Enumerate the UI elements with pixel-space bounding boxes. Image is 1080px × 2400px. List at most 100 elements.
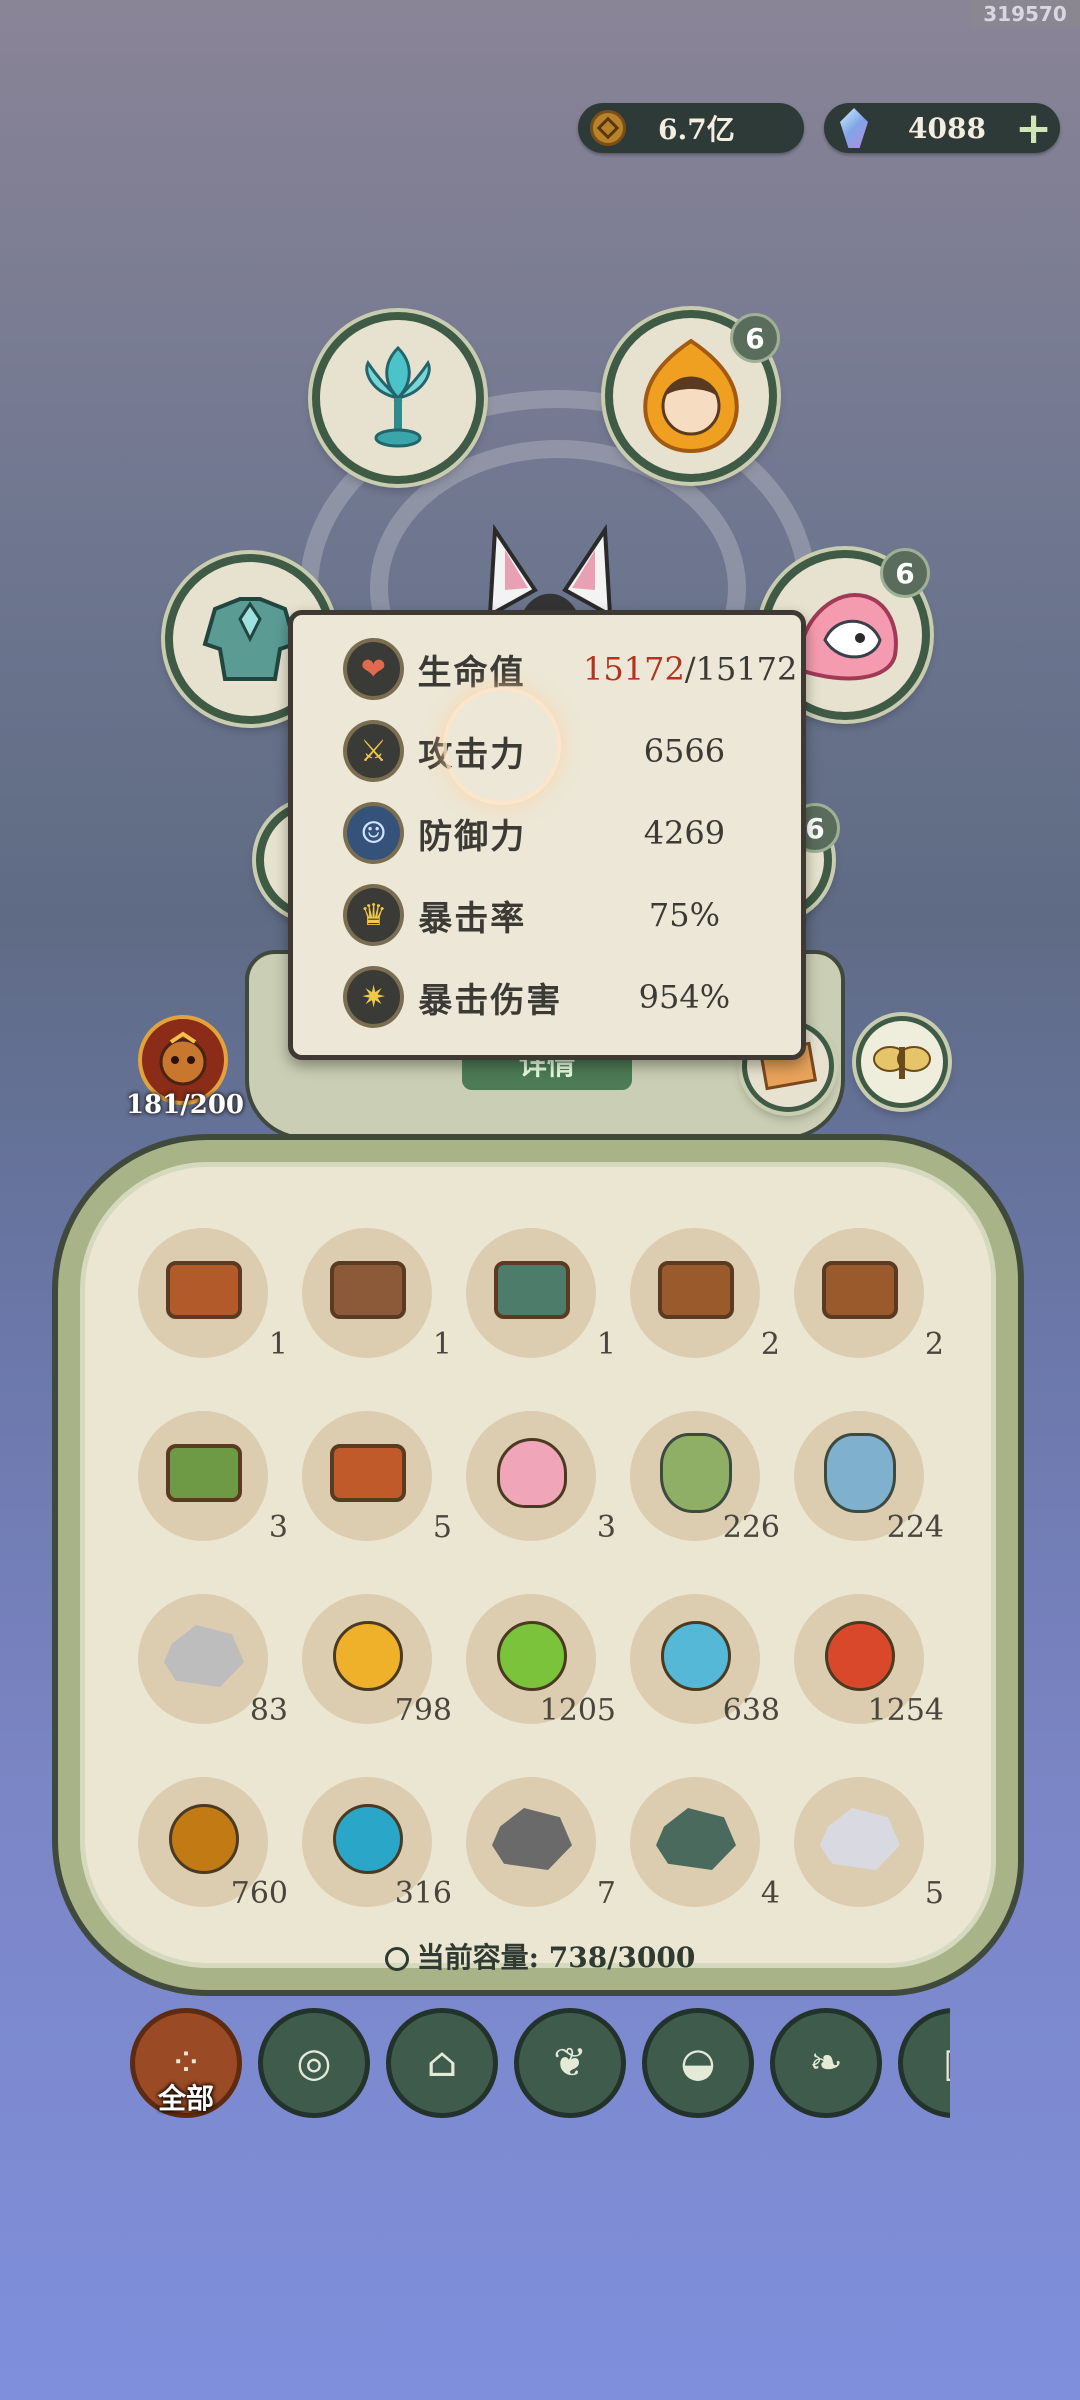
fire-spirit-badge: 6 bbox=[730, 313, 780, 363]
tab-food-bowl[interactable]: ◒ bbox=[642, 2008, 754, 2118]
moth-icon bbox=[873, 1046, 931, 1079]
inventory-item[interactable]: 1205 bbox=[456, 1586, 616, 1746]
wood-log-icon: ◎ bbox=[296, 2040, 332, 2086]
green-pouch-icon bbox=[650, 1427, 742, 1519]
scroll-icon: ▯ bbox=[943, 2040, 950, 2086]
lotus-icon bbox=[486, 1427, 578, 1519]
tab-scroll[interactable]: ▯ bbox=[898, 2008, 950, 2118]
inventory-item[interactable]: 798 bbox=[292, 1586, 452, 1746]
item-count: 760 bbox=[230, 1876, 288, 1911]
inventory-item[interactable]: 1 bbox=[292, 1220, 452, 1380]
stat-value: 954% bbox=[638, 978, 731, 1016]
person-shield-icon: ☺ bbox=[343, 802, 405, 864]
coin-counter[interactable]: 6.7亿 bbox=[578, 103, 804, 153]
inventory-item[interactable]: 5 bbox=[784, 1769, 944, 1929]
fire-spirit-icon bbox=[643, 338, 739, 454]
capacity-indicator: 当前容量: 738/3000 bbox=[0, 1936, 1080, 1976]
inventory-item[interactable]: 316 bbox=[292, 1769, 452, 1929]
inventory-grid: 1 1 1 2 2 3 5 3 226 224 83 798 1205 638 1254 760 316 7 4 5 bbox=[128, 1220, 948, 1950]
leaf-map-icon: ❧ bbox=[809, 2040, 843, 2086]
jade-ore-icon bbox=[650, 1793, 742, 1885]
item-count: 5 bbox=[432, 1510, 452, 1545]
inventory-item[interactable]: 1254 bbox=[784, 1586, 944, 1746]
food-bowl-icon: ◒ bbox=[680, 2040, 716, 2086]
herb-icon: ❦ bbox=[553, 2040, 587, 2086]
tab-leaf-map[interactable]: ❧ bbox=[770, 2008, 882, 2118]
inventory-item[interactable]: 7 bbox=[456, 1769, 616, 1929]
gold-orb-icon bbox=[322, 1610, 414, 1702]
crit-rate-icon: ♛ bbox=[343, 884, 405, 946]
stat-hp: ❤ 生命值 15172/15172 bbox=[343, 629, 797, 709]
blue-pouch-icon bbox=[814, 1427, 906, 1519]
red-orb-icon bbox=[814, 1610, 906, 1702]
chest-icon bbox=[322, 1244, 414, 1336]
tap-indicator bbox=[443, 687, 561, 805]
inventory-item[interactable]: 224 bbox=[784, 1403, 944, 1563]
item-count: 316 bbox=[394, 1876, 452, 1911]
inventory-item[interactable]: 83 bbox=[128, 1586, 288, 1746]
inventory-item[interactable]: 226 bbox=[620, 1403, 780, 1563]
insect-slot[interactable] bbox=[856, 1016, 948, 1108]
tab-herb[interactable]: ❦ bbox=[514, 2008, 626, 2118]
stat-crit-rate: ♛ 暴击率 75% bbox=[343, 875, 783, 955]
capacity-icon bbox=[384, 1947, 409, 1971]
inventory-item[interactable]: 1 bbox=[456, 1220, 616, 1380]
inventory-item[interactable]: 3 bbox=[456, 1403, 616, 1563]
character-ears bbox=[487, 523, 613, 620]
coin-value: 6.7亿 bbox=[658, 113, 735, 146]
chest-icon bbox=[158, 1244, 250, 1336]
amber-orb-icon bbox=[158, 1793, 250, 1885]
level-value: 181/200 bbox=[125, 1090, 245, 1120]
item-count: 1205 bbox=[539, 1693, 616, 1728]
tab-all-grid[interactable]: ⁘ 全部 bbox=[130, 2008, 242, 2118]
item-count: 1 bbox=[432, 1327, 452, 1362]
capacity-value: 738/3000 bbox=[548, 1941, 696, 1974]
item-count: 224 bbox=[886, 1510, 944, 1545]
stat-label: 暴击伤害 bbox=[418, 980, 563, 1021]
inventory-item[interactable]: 5 bbox=[292, 1403, 452, 1563]
watermark-id: 319570 bbox=[970, 0, 1080, 28]
item-count: 2 bbox=[760, 1327, 780, 1362]
gem-counter[interactable]: 4088 + bbox=[824, 103, 1060, 154]
item-count: 3 bbox=[596, 1510, 616, 1545]
coin-icon bbox=[590, 110, 626, 146]
category-tabs: ⁘全部 ◎ ⌂ ❦ ◒ ❧ ▯ bbox=[130, 2008, 950, 2118]
chest-icon bbox=[650, 1244, 742, 1336]
dragon-badge: 6 bbox=[880, 548, 930, 598]
crystal-icon bbox=[814, 1793, 906, 1885]
tab-house[interactable]: ⌂ bbox=[386, 2008, 498, 2118]
stat-value: 75% bbox=[648, 896, 720, 934]
stat-defense: ☺ 防御力 4269 bbox=[343, 793, 783, 873]
item-count: 226 bbox=[722, 1510, 780, 1545]
item-count: 1 bbox=[268, 1327, 288, 1362]
house-icon: ⌂ bbox=[426, 2040, 458, 2086]
stat-attack: ⚔ 攻击力 6566 bbox=[343, 711, 783, 791]
green-chest-icon bbox=[158, 1427, 250, 1519]
item-count: 83 bbox=[249, 1693, 288, 1728]
equip-slot-lotus[interactable] bbox=[312, 312, 484, 484]
stat-value: 4269 bbox=[643, 814, 726, 852]
inventory-item[interactable]: 2 bbox=[784, 1220, 944, 1380]
inventory-item[interactable]: 3 bbox=[128, 1403, 288, 1563]
inventory-item[interactable]: 760 bbox=[128, 1769, 288, 1929]
inventory-item[interactable]: 638 bbox=[620, 1586, 780, 1746]
dark-ore-icon bbox=[486, 1793, 578, 1885]
tab-wood-log[interactable]: ◎ bbox=[258, 2008, 370, 2118]
tab-label: 全部 bbox=[157, 2082, 214, 2115]
inventory-item[interactable]: 4 bbox=[620, 1769, 780, 1929]
capacity-label: 当前容量: bbox=[416, 1941, 539, 1974]
inventory-item[interactable]: 2 bbox=[620, 1220, 780, 1380]
inventory-item[interactable]: 1 bbox=[128, 1220, 288, 1380]
grey-stone-icon bbox=[158, 1610, 250, 1702]
plus-icon[interactable]: + bbox=[1015, 103, 1052, 154]
item-count: 4 bbox=[760, 1876, 780, 1911]
chest-icon bbox=[486, 1244, 578, 1336]
item-count: 7 bbox=[596, 1876, 616, 1911]
item-count: 2 bbox=[924, 1327, 944, 1362]
item-count: 1 bbox=[596, 1327, 616, 1362]
green-orb-icon bbox=[486, 1610, 578, 1702]
item-count: 5 bbox=[924, 1876, 944, 1911]
gem-value: 4088 bbox=[908, 111, 986, 145]
item-count: 638 bbox=[722, 1693, 780, 1728]
crit-damage-icon: ✷ bbox=[343, 966, 405, 1028]
